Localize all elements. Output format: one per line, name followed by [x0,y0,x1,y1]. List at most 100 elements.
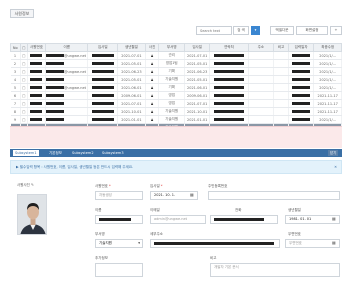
column-header[interactable]: 최종수정 [313,43,342,52]
row-checkbox[interactable]: □ [20,91,28,100]
export-button[interactable]: 엑셀다운 [270,26,294,35]
table-cell: 3 [10,67,21,76]
table-cell [87,115,119,124]
row-checkbox[interactable]: □ [20,107,28,116]
address-field[interactable] [150,239,280,248]
redacted-value [292,118,311,121]
employee-table: No □ 사원번호 이름 입사일 생년월일 사진 부서명 입사일 연락처 주소 비고 입력일자 최종수정 … [10,43,342,132]
table-cell [45,99,89,108]
calendar-icon[interactable]: ▦ [190,192,194,197]
table-cell [273,91,289,100]
table-cell: 영업 [158,99,185,108]
redacted-value [91,62,114,65]
resident-no-field[interactable] [208,191,340,200]
table-cell [209,83,249,92]
table-cell [87,67,119,76]
column-header[interactable]: 생년월일 [117,43,146,52]
filter-button[interactable]: ▾ [251,26,260,35]
column-header[interactable]: 입력일자 [287,43,315,52]
note-field[interactable]: 개발자 기본 문서 [210,263,340,277]
email-field[interactable]: admin@ungwe.net [150,215,206,224]
person-icon: ♟ [145,83,160,92]
table-cell [273,99,289,108]
row-checkbox[interactable]: □ [20,59,28,68]
column-header[interactable]: 입사일 [87,43,119,52]
calendar-icon[interactable]: ▦ [332,240,336,245]
row-checkbox[interactable]: □ [20,83,28,92]
table-cell [288,99,315,108]
table-row[interactable]: 1 □ @ungwe.net 2021-07-01 ♟ 관리 2021-07-01 2021/… [10,51,342,60]
table-row[interactable]: 3 □ @ungwe.net 2021-06-23 ♟ 기획 2021-06-23 2021/… [10,67,342,76]
row-checkbox[interactable]: □ [20,75,28,84]
table-cell: 2021-06-23 [117,67,146,76]
table-cell [87,75,119,84]
tab-employee-info[interactable]: 사원정보 [10,9,34,18]
phone-field[interactable] [210,215,278,224]
search-input[interactable] [196,26,232,35]
address-label: 세부주소 [150,232,163,236]
table-cell: 2021-05-01 [117,59,146,68]
calendar-icon[interactable]: ▦ [332,216,336,221]
name-label: 이름 [95,208,102,212]
table-row[interactable]: 4 □ 2021-05-01 ♟ 기술지원 2021-05-01 2021/1/... [10,75,342,84]
search-button[interactable]: 검 색 [233,26,249,35]
employee-photo[interactable] [17,194,47,235]
redacted-value [91,110,114,113]
table-cell: 기획 [158,67,185,76]
table-cell: 2021-06-23 [184,67,211,76]
close-button[interactable]: 닫기 [328,150,339,156]
table-cell: 2021-05-01 [184,75,211,84]
emp-no-field[interactable]: 자동생성 [95,191,143,200]
table-cell: 4 [10,75,21,84]
row-checkbox[interactable]: □ [20,67,28,76]
table-row[interactable]: 6 □ 2009-06-01 ♟ 영업 2009-06-01 2021-11-17 [10,91,342,100]
name-field[interactable] [95,215,143,224]
redacted-value [292,70,311,73]
add-button[interactable]: + [330,26,342,35]
redacted-value [46,78,64,81]
column-header[interactable]: 사진 [144,43,160,52]
birth-label: 생년월일 [288,208,301,212]
redacted-value [30,118,43,121]
column-header[interactable]: 연락처 [209,43,249,52]
table-cell: 2021-07-01 [117,99,146,108]
dept-select[interactable]: 기술지원 ▾ [95,239,143,248]
table-cell: 2021-11-17 [313,99,342,108]
redacted-value [46,118,64,121]
column-header[interactable]: 비고 [273,43,289,52]
column-header[interactable]: No [10,43,21,52]
memo-field[interactable] [95,263,143,277]
table-cell [288,75,315,84]
redacted-value [30,102,43,105]
table-cell [209,115,249,124]
subtab-2[interactable]: 기본정보 [47,150,64,156]
pencil-icon[interactable]: ✎ [31,183,34,187]
table-cell: 2009-06-01 [117,91,146,100]
subtab-4[interactable]: Subsystem3 [100,150,126,156]
row-checkbox[interactable]: □ [20,115,28,124]
table-cell [248,99,275,108]
notice-close-icon[interactable]: ✕ [334,161,337,173]
column-header[interactable]: 부서명 [158,43,185,52]
table-cell [248,59,275,68]
table-row[interactable]: 2 □ 2021-05-01 ♟ 영업1팀 2021-05-01 2021/1/... [10,59,342,68]
subtab-3[interactable]: Subsystem2 [70,150,96,156]
table-row[interactable]: 9 □ 2021-01-01 ♟ 기술지원 2021-01-01 2021/1/... [10,115,342,124]
column-header[interactable]: □ [19,43,28,52]
subtab-1[interactable]: Subsystem1 [13,150,39,156]
table-row[interactable]: 8 □ 2021-10-01 ♟ 기술지원 2021-10-01 2021-11-17 [10,107,342,116]
table-cell [248,115,275,124]
table-row[interactable]: 5 □ @ungwe.net 2021-06-01 ♟ 기획 2021-06-01 2021/… [10,83,342,92]
row-checkbox[interactable]: □ [20,99,28,108]
email-text: @ungwe.net [64,53,87,58]
dept-label: 부서명 [95,232,105,236]
column-header[interactable]: 입사일 [183,43,211,52]
settings-button[interactable]: 화면설정 [296,26,328,35]
table-row[interactable]: 7 □ 2021-07-01 ♟ 영업 2021-07-01 2021-11-17 [10,99,342,108]
column-header[interactable]: 사원번호 [26,43,47,52]
column-header[interactable]: 주소 [247,43,275,52]
redacted-value [46,102,64,105]
column-header[interactable]: 이름 [44,43,89,52]
row-checkbox[interactable]: □ [20,51,28,60]
table-cell [87,99,119,108]
